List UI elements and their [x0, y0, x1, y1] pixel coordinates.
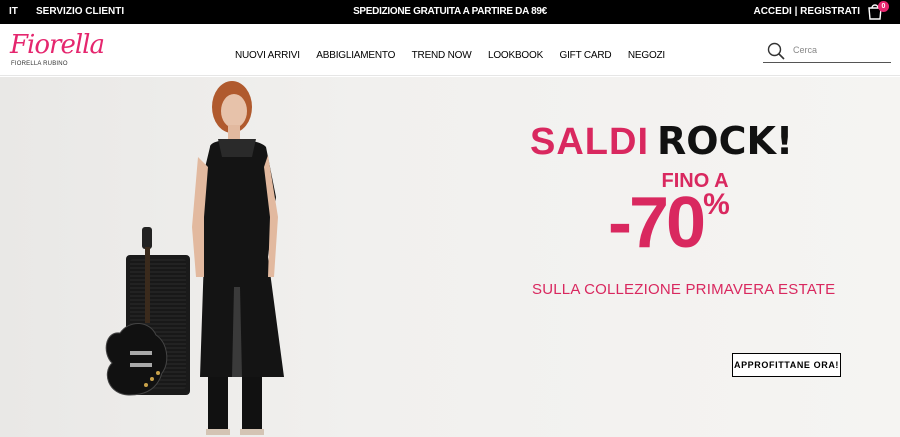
- sale-headline: SALDI ROCK!: [530, 119, 793, 164]
- nav-lookbook[interactable]: LOOKBOOK: [488, 50, 543, 61]
- upto-text: FINO A: [661, 170, 729, 192]
- guitar-image: [105, 227, 168, 396]
- cart-button[interactable]: 0: [866, 1, 889, 22]
- discount-value: -70%: [608, 182, 730, 264]
- nav-gift-card[interactable]: GIFT CARD: [560, 50, 612, 61]
- model-photo: [192, 81, 284, 435]
- headline-rock: ROCK!: [657, 119, 794, 163]
- search-input[interactable]: [793, 41, 887, 59]
- site-header: Fiorella FIORELLA RUBINO NUOVI ARRIVI AB…: [0, 24, 900, 76]
- hero-banner[interactable]: SALDI ROCK! FINO A -70% SULLA COLLEZIONE …: [0, 77, 900, 437]
- discount-number: -70: [608, 183, 706, 263]
- cta-button[interactable]: APPROFITTANE ORA!: [732, 353, 841, 377]
- collection-text: SULLA COLLEZIONE PRIMAVERA ESTATE: [532, 281, 836, 298]
- nav-nuovi-arrivi[interactable]: NUOVI ARRIVI: [235, 50, 300, 61]
- top-bar: IT SERVIZIO CLIENTI SPEDIZIONE GRATUITA …: [0, 0, 900, 24]
- nav-negozi[interactable]: NEGOZI: [628, 50, 665, 61]
- cart-count-badge: 0: [878, 1, 889, 12]
- nav-abbigliamento[interactable]: ABBIGLIAMENTO: [316, 50, 395, 61]
- percent-sign: %: [703, 188, 730, 221]
- headline-saldi: SALDI: [530, 121, 649, 163]
- search-box: [763, 39, 891, 63]
- nav-trend-now[interactable]: TREND NOW: [412, 50, 472, 61]
- search-icon[interactable]: [767, 42, 785, 60]
- login-register-link[interactable]: ACCEDI | REGISTRATI: [753, 6, 860, 17]
